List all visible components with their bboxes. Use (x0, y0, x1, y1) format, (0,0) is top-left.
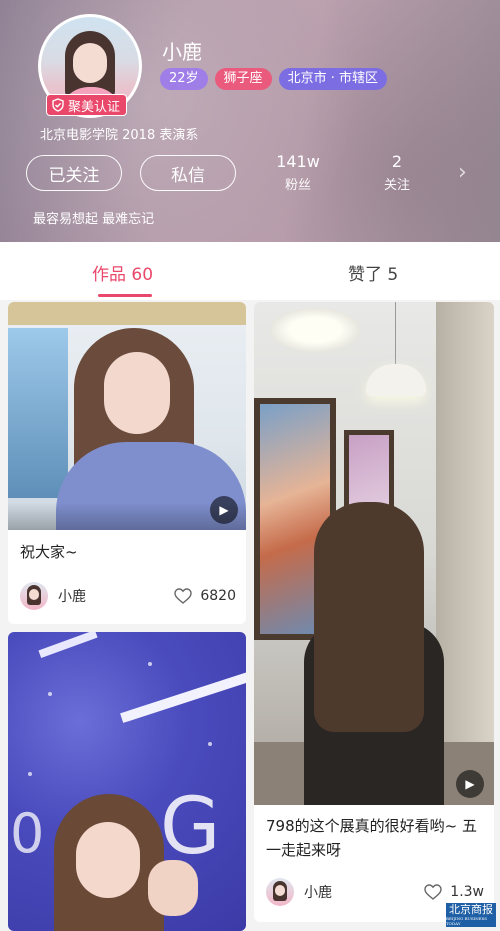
like-button[interactable]: 6820 (174, 588, 236, 604)
profile-school: 北京电影学院 2018 表演系 (40, 128, 199, 143)
message-button[interactable]: 私信 (140, 155, 236, 191)
chevron-right-icon[interactable]: › (458, 160, 467, 185)
like-count: 6820 (200, 588, 236, 604)
fans-label: 粉丝 (284, 178, 311, 193)
play-icon[interactable]: ▶ (456, 770, 484, 798)
card-caption: 798的这个展真的很好看哟~ 五一走起来呀 (266, 817, 477, 859)
fans-stat[interactable]: 141w 粉丝 (274, 152, 322, 193)
heart-icon (174, 588, 193, 604)
watermark-subtitle: BEIJING BUSINESS TODAY (446, 916, 488, 926)
video-thumbnail[interactable] (8, 302, 246, 530)
content-tabs: 作品 60 赞了 5 (0, 242, 500, 300)
author-name[interactable]: 小鹿 (58, 586, 86, 606)
author-avatar[interactable] (266, 878, 294, 906)
card-meta: 小鹿 1.3w (266, 878, 484, 906)
location-tag: 北京市 · 市辖区 (278, 68, 387, 90)
author-avatar[interactable] (20, 582, 48, 610)
tab-works[interactable]: 作品 60 (92, 260, 153, 285)
fans-count: 141w (276, 152, 320, 171)
publisher-watermark: 北京商报 BEIJING BUSINESS TODAY (446, 903, 496, 927)
watermark-title: 北京商报 (449, 903, 493, 916)
age-tag: 22岁 (160, 68, 208, 90)
card-caption: 祝大家~ (20, 543, 78, 561)
like-count: 1.3w (450, 884, 484, 900)
following-stat[interactable]: 2 关注 (375, 152, 419, 193)
feed-card[interactable]: 0 G (8, 632, 246, 931)
feed-card[interactable]: ▶ 祝大家~ 小鹿 6820 (8, 302, 246, 624)
heart-icon (424, 884, 442, 900)
feed-card[interactable]: ▶ 798的这个展真的很好看哟~ 五一走起来呀 小鹿 1.3w (254, 302, 494, 922)
following-count: 2 (391, 152, 403, 171)
active-tab-indicator (98, 294, 152, 297)
zodiac-tag: 狮子座 (214, 68, 272, 90)
profile-header: 聚美认证 小鹿 22岁 狮子座 北京市 · 市辖区 北京电影学院 2018 表演… (0, 0, 500, 242)
following-label: 关注 (383, 178, 410, 193)
video-thumbnail[interactable]: 0 G (8, 632, 246, 931)
profile-name: 小鹿 (162, 40, 202, 64)
card-meta: 小鹿 6820 (20, 582, 236, 610)
profile-bio: 最容易想起 最难忘记 (33, 212, 155, 227)
certification-label: 聚美认证 (68, 99, 121, 115)
shield-icon (52, 98, 64, 112)
certification-badge: 聚美认证 (46, 94, 128, 116)
author-name[interactable]: 小鹿 (304, 882, 332, 902)
tab-likes[interactable]: 赞了 5 (348, 260, 398, 285)
follow-button[interactable]: 已关注 (26, 155, 122, 191)
video-thumbnail[interactable] (254, 302, 494, 805)
play-icon[interactable]: ▶ (210, 496, 238, 524)
like-button[interactable]: 1.3w (424, 884, 484, 900)
profile-tags: 22岁 狮子座 北京市 · 市辖区 (160, 68, 387, 90)
